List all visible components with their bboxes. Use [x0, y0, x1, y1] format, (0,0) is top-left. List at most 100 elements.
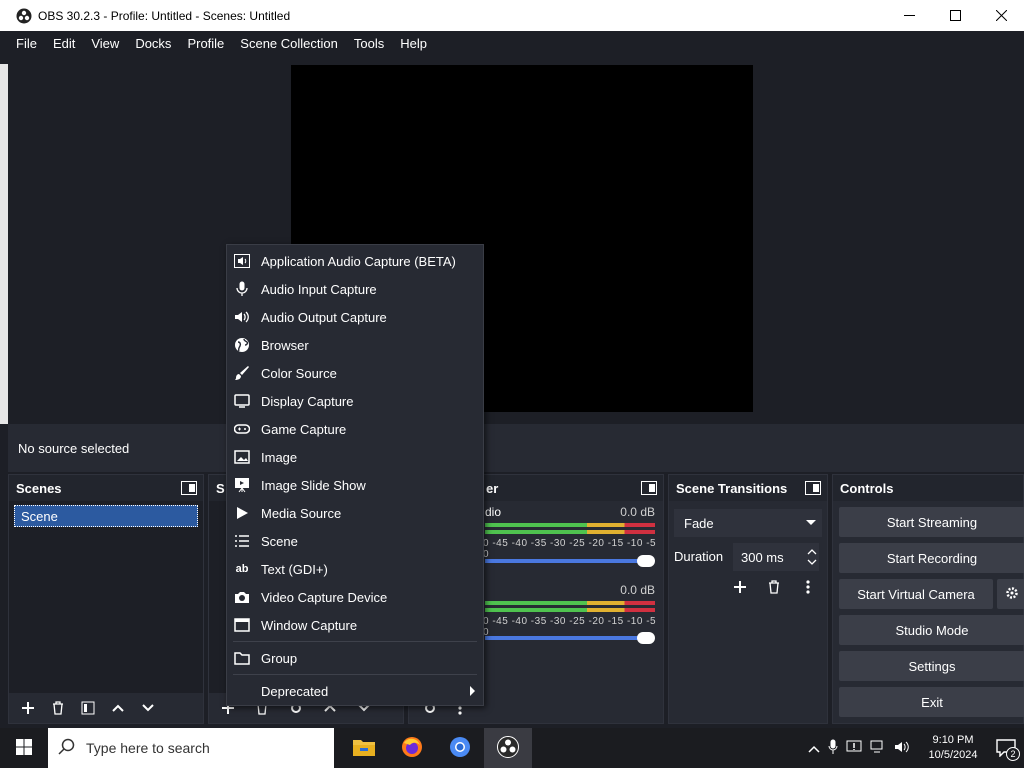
menu-scene-collection[interactable]: Scene Collection [232, 36, 346, 51]
start-button[interactable] [0, 728, 48, 768]
menu-item-label: Video Capture Device [261, 589, 388, 605]
clock-date: 10/5/2024 [928, 749, 978, 761]
undock-icon[interactable] [805, 481, 821, 495]
scene-item[interactable]: Scene [14, 505, 198, 527]
transition-selected: Fade [684, 515, 714, 531]
add-transition-button[interactable] [727, 575, 753, 599]
close-button[interactable] [978, 0, 1024, 31]
clock[interactable]: 9:10 PM 10/5/2024 [918, 733, 988, 763]
play-icon [233, 505, 251, 521]
controls-body: Start Streaming Start Recording Start Vi… [833, 501, 1024, 723]
chevron-up-icon[interactable] [808, 741, 820, 756]
duration-spinner[interactable] [801, 543, 823, 571]
menu-item-audio-input-capture[interactable]: Audio Input Capture [227, 275, 483, 303]
taskbar: Type here to search 9:10 PM 10/5/2024 2 [0, 728, 1024, 768]
menu-item-display-capture[interactable]: Display Capture [227, 387, 483, 415]
chevron-down-icon [806, 515, 816, 532]
move-scene-down-button[interactable] [135, 696, 161, 720]
studio-mode-button[interactable]: Studio Mode [839, 615, 1024, 645]
menu-item-label: Text (GDI+) [261, 561, 328, 577]
remove-scene-button[interactable] [45, 696, 71, 720]
volume-slider[interactable] [485, 555, 655, 567]
transition-select[interactable]: Fade [674, 509, 822, 537]
undock-icon[interactable] [641, 481, 657, 495]
menu-item-text-gdi[interactable]: ab Text (GDI+) [227, 555, 483, 583]
taskbar-chrome[interactable] [436, 728, 484, 768]
undock-icon[interactable] [181, 481, 197, 495]
menu-item-video-capture-device[interactable]: Video Capture Device [227, 583, 483, 611]
notifications-icon[interactable]: 2 [996, 739, 1020, 761]
menu-item-color-source[interactable]: Color Source [227, 359, 483, 387]
gamepad-icon [233, 421, 251, 437]
network-icon[interactable] [870, 740, 886, 757]
windows-logo-icon [16, 738, 32, 758]
volume-slider[interactable] [485, 632, 655, 644]
volume-icon[interactable] [894, 740, 910, 757]
microphone-icon[interactable] [828, 739, 838, 758]
menu-item-image[interactable]: Image [227, 443, 483, 471]
taskbar-file-explorer[interactable] [340, 728, 388, 768]
start-recording-button[interactable]: Start Recording [839, 543, 1024, 573]
menu-item-image-slide-show[interactable]: Image Slide Show [227, 471, 483, 499]
chrome-icon [448, 735, 472, 762]
menu-item-label: Group [261, 650, 298, 666]
menu-item-label: Color Source [261, 365, 337, 381]
menu-item-game-capture[interactable]: Game Capture [227, 415, 483, 443]
taskbar-firefox[interactable] [388, 728, 436, 768]
obs-logo-icon [16, 8, 32, 24]
menu-item-label: Browser [261, 337, 309, 353]
menu-item-window-capture[interactable]: Window Capture [227, 611, 483, 639]
menu-tools[interactable]: Tools [346, 36, 392, 51]
menu-help[interactable]: Help [392, 36, 435, 51]
slider-knob[interactable] [637, 555, 655, 567]
settings-button[interactable]: Settings [839, 651, 1024, 681]
duration-value: 300 ms [741, 549, 784, 565]
menu-item-group[interactable]: Group [227, 644, 483, 672]
menu-item-scene[interactable]: Scene [227, 527, 483, 555]
left-edge-strip [0, 64, 8, 424]
notification-count: 2 [1006, 747, 1020, 761]
exit-button[interactable]: Exit [839, 687, 1024, 717]
obs-logo-icon [496, 735, 520, 762]
menu-profile[interactable]: Profile [179, 36, 232, 51]
network-warning-icon[interactable] [846, 739, 862, 758]
slider-knob[interactable] [637, 632, 655, 644]
menu-item-label: Audio Input Capture [261, 281, 377, 297]
remove-transition-button[interactable] [761, 575, 787, 599]
virtual-camera-settings-button[interactable] [997, 579, 1024, 609]
menu-file[interactable]: File [8, 36, 45, 51]
taskbar-obs[interactable] [484, 728, 532, 768]
menu-docks[interactable]: Docks [127, 36, 179, 51]
window-icon [233, 617, 251, 633]
menu-view[interactable]: View [83, 36, 127, 51]
menu-item-label: Audio Output Capture [261, 309, 387, 325]
app-audio-icon [233, 253, 251, 269]
start-virtual-camera-button[interactable]: Start Virtual Camera [839, 579, 993, 609]
transitions-body: Fade Duration 300 ms [669, 501, 827, 693]
add-scene-button[interactable] [15, 696, 41, 720]
minimize-button[interactable] [886, 0, 932, 31]
menu-item-label: Window Capture [261, 617, 358, 633]
scene-transitions-dock: Scene Transitions Fade Duration 300 ms [668, 474, 828, 724]
move-scene-up-button[interactable] [105, 696, 131, 720]
maximize-button[interactable] [932, 0, 978, 31]
start-streaming-button[interactable]: Start Streaming [839, 507, 1024, 537]
menu-item-browser[interactable]: Browser [227, 331, 483, 359]
title-bar: OBS 30.2.3 - Profile: Untitled - Scenes:… [0, 0, 1024, 31]
menu-item-label: Display Capture [261, 393, 354, 409]
track-name: dio [485, 505, 502, 519]
controls-dock: Controls Start Streaming Start Recording… [832, 474, 1024, 724]
menu-item-audio-output-capture[interactable]: Audio Output Capture [227, 303, 483, 331]
menu-item-label: Deprecated [261, 683, 329, 699]
menu-item-media-source[interactable]: Media Source [227, 499, 483, 527]
scenes-list[interactable]: Scene [9, 501, 203, 693]
transition-menu-button[interactable] [795, 575, 821, 599]
scene-filters-button[interactable] [75, 696, 101, 720]
volume-meter [485, 608, 655, 612]
system-tray: 9:10 PM 10/5/2024 2 [808, 728, 1024, 768]
menu-edit[interactable]: Edit [45, 36, 83, 51]
taskbar-search[interactable]: Type here to search [48, 728, 334, 768]
meter-scale: 0 -45 -40 -35 -30 -25 -20 -15 -10 -5 0 [483, 538, 657, 560]
menu-item-application-audio-capture[interactable]: Application Audio Capture (BETA) [227, 247, 483, 275]
menu-item-deprecated[interactable]: Deprecated [227, 677, 483, 705]
